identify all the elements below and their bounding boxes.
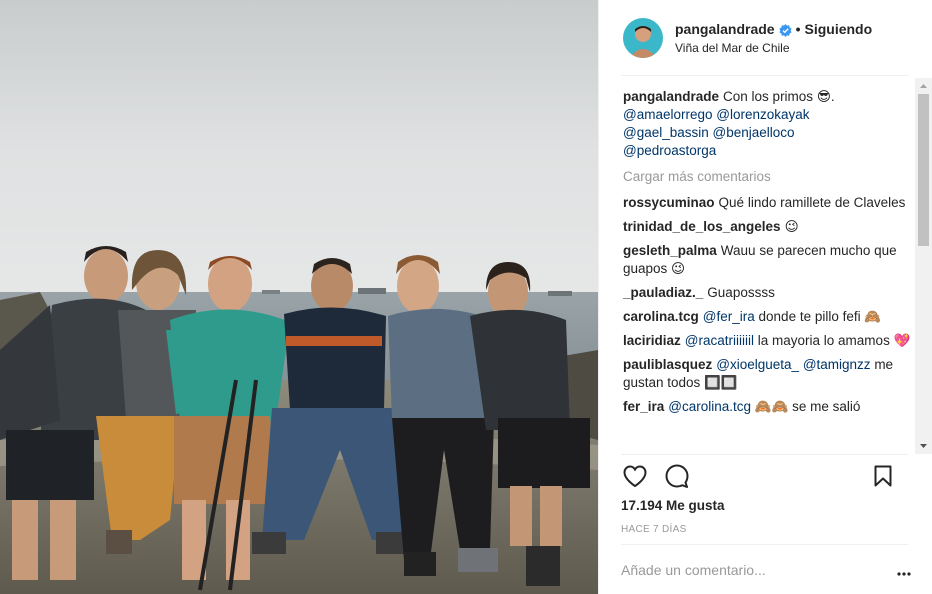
- comment-mention[interactable]: @tamignzz: [803, 357, 871, 372]
- instagram-post: pangalandrade • Siguiendo Viña del Mar d…: [0, 0, 932, 594]
- comment-text: Qué lindo ramillete de Claveles: [718, 195, 906, 210]
- photo-image: [0, 0, 598, 594]
- post-caption: pangalandrade Con los primos 😎. @amaelorr…: [623, 88, 913, 160]
- following-button[interactable]: Siguiendo: [805, 20, 873, 38]
- scroll-down-arrow-icon[interactable]: [915, 438, 932, 454]
- caption-mention[interactable]: @pedroastorga: [623, 143, 716, 158]
- comment-mention[interactable]: @racatriiiiiil: [685, 333, 754, 348]
- more-options-icon[interactable]: [897, 564, 911, 579]
- avatar[interactable]: [623, 18, 663, 58]
- comment-item: fer_ira @carolina.tcg 🙈🙈 se me salió: [623, 398, 913, 416]
- verified-badge-icon: [778, 23, 792, 37]
- comment-button[interactable]: [663, 463, 691, 491]
- comment-username[interactable]: laciridiaz: [623, 333, 681, 348]
- divider: [621, 544, 908, 545]
- caption-mention[interactable]: @lorenzokayak: [716, 107, 809, 122]
- comment-text: 😉: [784, 219, 799, 234]
- header-text: pangalandrade • Siguiendo Viña del Mar d…: [675, 20, 872, 56]
- divider: [621, 454, 908, 455]
- caption-text: Con los primos 😎.: [723, 89, 835, 104]
- comment-username[interactable]: pauliblasquez: [623, 357, 712, 372]
- comment-text: 🙈🙈 se me salió: [754, 399, 861, 414]
- comment-text: la mayoria lo amamos 💖: [757, 333, 911, 348]
- comment-mention[interactable]: @fer_ira: [703, 309, 755, 324]
- save-button[interactable]: [869, 463, 897, 491]
- comment-bubble-icon: [665, 464, 689, 491]
- comment-item: _pauladiaz._ Guapossss: [623, 284, 913, 302]
- like-button[interactable]: [621, 463, 649, 491]
- comment-username[interactable]: trinidad_de_los_angeles: [623, 219, 781, 234]
- location-link[interactable]: Viña del Mar de Chile: [675, 40, 872, 56]
- comment-text: donde te pillo fefi 🙈: [758, 309, 882, 324]
- scrollbar-thumb[interactable]: [918, 94, 929, 246]
- post-side-panel: pangalandrade • Siguiendo Viña del Mar d…: [598, 0, 932, 594]
- post-actions: [621, 462, 913, 492]
- post-header: pangalandrade • Siguiendo Viña del Mar d…: [599, 0, 932, 76]
- heart-icon: [623, 464, 647, 490]
- comment-item: pauliblasquez @xioelgueta_ @tamignzz me g…: [623, 356, 913, 392]
- post-photo[interactable]: [0, 0, 598, 594]
- load-more-comments-button[interactable]: Cargar más comentarios: [623, 168, 913, 186]
- comment-mention[interactable]: @xioelgueta_: [716, 357, 799, 372]
- separator-dot: •: [795, 21, 801, 37]
- comment-username[interactable]: carolina.tcg: [623, 309, 699, 324]
- comment-username[interactable]: gesleth_palma: [623, 243, 717, 258]
- header-line: pangalandrade • Siguiendo: [675, 20, 872, 38]
- bookmark-icon: [874, 465, 892, 490]
- comments-list[interactable]: pangalandrade Con los primos 😎. @amaelorr…: [623, 88, 913, 454]
- comment-username[interactable]: fer_ira: [623, 399, 664, 414]
- comment-input[interactable]: [621, 562, 871, 578]
- post-timestamp[interactable]: HACE 7 DÍAS: [621, 524, 687, 535]
- scroll-up-arrow-icon[interactable]: [915, 78, 932, 94]
- caption-mention[interactable]: @gael_bassin: [623, 125, 709, 140]
- comment-item: gesleth_palma Wauu se parecen mucho que g…: [623, 242, 913, 278]
- avatar-image: [623, 18, 663, 58]
- comment-text: Guapossss: [707, 285, 775, 300]
- comment-username[interactable]: rossycuminao: [623, 195, 715, 210]
- comment-mention[interactable]: @carolina.tcg: [668, 399, 751, 414]
- comment-item: carolina.tcg @fer_ira donde te pillo fefi…: [623, 308, 913, 326]
- caption-username[interactable]: pangalandrade: [623, 89, 719, 104]
- likes-count[interactable]: 17.194 Me gusta: [621, 498, 725, 513]
- header-username-link[interactable]: pangalandrade: [675, 20, 775, 38]
- caption-mention[interactable]: @amaelorrego: [623, 107, 713, 122]
- comment-item: trinidad_de_los_angeles 😉: [623, 218, 913, 236]
- add-comment-bar: [621, 562, 911, 578]
- comment-username[interactable]: _pauladiaz._: [623, 285, 703, 300]
- comment-item: laciridiaz @racatriiiiiil la mayoria lo a…: [623, 332, 913, 350]
- comment-item: rossycuminao Qué lindo ramillete de Clave…: [623, 194, 913, 212]
- caption-mention[interactable]: @benjaelloco: [713, 125, 795, 140]
- comments-scrollbar[interactable]: [915, 78, 932, 454]
